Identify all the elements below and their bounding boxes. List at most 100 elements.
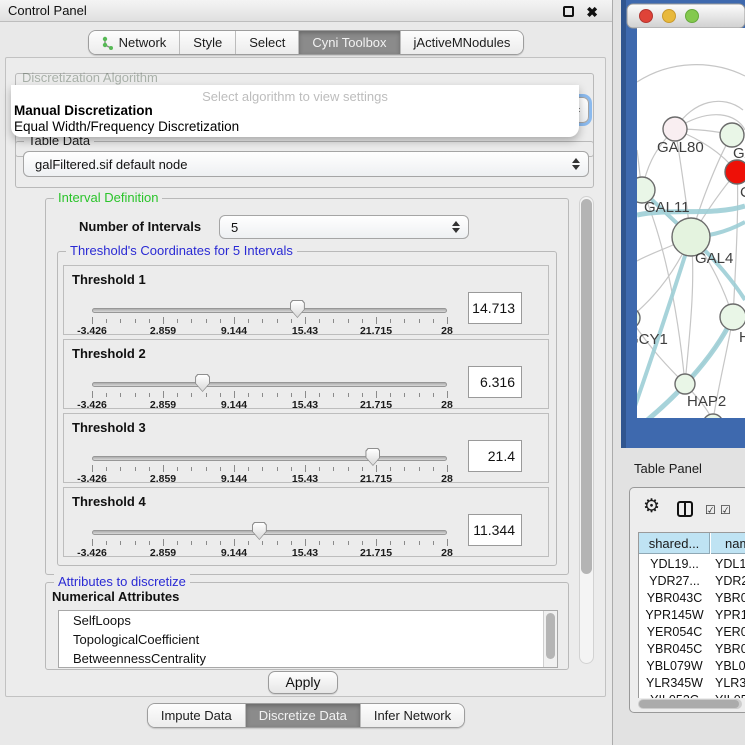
slider-track[interactable] (92, 456, 447, 461)
cell-name: YPR145W (715, 608, 745, 622)
scrollbar-thumb[interactable] (581, 199, 592, 574)
scrollbar-thumb[interactable] (546, 613, 555, 659)
node-partial-right[interactable] (720, 304, 745, 330)
cell-shared-name: YPR145W (639, 608, 710, 622)
float-window-icon[interactable] (563, 6, 574, 17)
slider-thumb[interactable] (365, 448, 380, 466)
settings-scrollbar[interactable] (579, 196, 594, 664)
list-item-selfloops[interactable]: SelfLoops (59, 611, 557, 630)
slider-track[interactable] (92, 308, 447, 313)
scrollbar-thumb[interactable] (639, 700, 739, 708)
cell-name: YDR27... (715, 574, 745, 588)
algorithm-dropdown-popup: Select algorithm to view settings Manual… (11, 85, 579, 137)
threshold-1-value-field[interactable]: 14.713 (468, 292, 522, 324)
threshold-1-slider[interactable]: -3.4262.8599.14415.4321.71528 (92, 306, 447, 336)
window-frame-edge (621, 0, 626, 448)
slider-thumb[interactable] (252, 522, 267, 540)
table-row[interactable]: YBL079WYBL079W (639, 659, 745, 676)
numerical-attributes-label: Numerical Attributes (52, 589, 179, 604)
table-row[interactable]: YLR345WYLR345W (639, 676, 745, 693)
cell-shared-name: YDR27... (639, 574, 710, 588)
column-header-shared-name[interactable]: shared... (639, 533, 710, 554)
tab-label: Network (119, 35, 167, 50)
cell-shared-name: YBR045C (639, 642, 710, 656)
list-item-topologicalcoefficient[interactable]: TopologicalCoefficient (59, 630, 557, 649)
threshold-2-slider[interactable]: -3.4262.8599.14415.4321.71528 (92, 380, 447, 410)
control-panel-window: Control Panel ✖ Network Style Sel (0, 0, 613, 745)
node-label-gal80: GAL80 (657, 139, 704, 156)
slider-thumb[interactable] (195, 374, 210, 392)
cell-name: YBR045C (715, 642, 745, 656)
cell-shared-name: YDL19... (639, 557, 710, 571)
slider-ticks (92, 391, 447, 399)
checkbox-icon[interactable]: ☑ (705, 503, 716, 517)
tab-infer-network[interactable]: Infer Network (360, 704, 464, 727)
list-item-betweennesscentrality[interactable]: BetweennessCentrality (59, 649, 557, 668)
table-row[interactable]: YBR043CYBR043C (639, 591, 745, 608)
tab-discretize-data[interactable]: Discretize Data (245, 704, 360, 727)
screenshot-stage: Control Panel ✖ Network Style Sel (0, 0, 745, 745)
node-partial-top[interactable] (720, 123, 744, 147)
table-data-value: galFiltered.sif default node (35, 157, 187, 172)
threshold-3-value-field[interactable]: 21.4 (468, 440, 522, 472)
tab-jactivemnodules[interactable]: jActiveMNodules (400, 31, 524, 54)
gear-icon[interactable]: ⚙ (643, 495, 660, 518)
bottom-tab-group: Impute Data Discretize Data Infer Networ… (147, 703, 465, 728)
list-scrollbar[interactable] (543, 611, 557, 667)
node-label-hap2: HAP2 (687, 393, 726, 410)
node-gal80[interactable] (663, 117, 687, 141)
control-panel-titlebar: Control Panel ✖ (0, 0, 612, 22)
table-panel-title: Table Panel (634, 461, 702, 476)
table-row[interactable]: YER054CYER054C (639, 625, 745, 642)
network-view-window[interactable]: GAL80 GAL CY GAL11 GAL4 GCY1 HA HAP2 (621, 0, 745, 448)
tab-label: Style (193, 35, 222, 50)
table-row[interactable]: YPR145W YPR145W (639, 608, 745, 625)
cell-shared-name: YIL052C (639, 693, 710, 698)
threshold-2-value-field[interactable]: 6.316 (468, 366, 522, 398)
threshold-2-panel: Threshold 2 -3.4262.8599.14415.4321.7152… (63, 339, 549, 409)
threshold-4-panel: Threshold 4 -3.4262.8599.14415.4321.7152… (63, 487, 549, 557)
close-window-icon[interactable]: ✖ (586, 4, 598, 21)
column-layout-icon[interactable] (677, 501, 693, 517)
slider-track[interactable] (92, 530, 447, 535)
cell-shared-name: YLR345W (639, 676, 710, 690)
table-data-combobox[interactable]: galFiltered.sif default node (23, 151, 589, 177)
tab-cyni-toolbox[interactable]: Cyni Toolbox (298, 31, 399, 54)
column-header-name[interactable]: name (711, 533, 745, 554)
number-of-intervals-value: 5 (231, 220, 238, 235)
table-panel: ⚙ ☑ ☑ shared... name YDL19...YDL19... YD… (629, 487, 745, 713)
threshold-4-slider[interactable]: -3.4262.8599.14415.4321.71528 (92, 528, 447, 558)
window-title: Control Panel (8, 3, 87, 18)
cell-shared-name: YBR043C (639, 591, 710, 605)
number-of-intervals-combobox[interactable]: 5 (219, 215, 469, 239)
checkbox-icon[interactable]: ☑ (720, 503, 731, 517)
minimize-traffic-light[interactable] (663, 10, 676, 23)
tab-impute-data[interactable]: Impute Data (148, 704, 245, 727)
threshold-4-value-field[interactable]: 11.344 (468, 514, 522, 546)
popup-option-equal-width-frequency[interactable]: Equal Width/Frequency Discretization (14, 119, 239, 134)
table-row[interactable]: YDR27... YDR27... (639, 574, 745, 591)
cell-name: YBL079W (715, 659, 745, 673)
slider-track[interactable] (92, 382, 447, 387)
close-traffic-light[interactable] (640, 10, 653, 23)
node-hap2[interactable] (675, 374, 695, 394)
discretization-algorithm-label: Discretization Algorithm (22, 70, 158, 85)
zoom-traffic-light[interactable] (686, 10, 699, 23)
bottom-tabbar: Impute Data Discretize Data Infer Networ… (0, 703, 612, 728)
slider-thumb[interactable] (290, 300, 305, 318)
top-tabbar: Network Style Select Cyni Toolbox jActiv… (0, 30, 612, 55)
apply-button[interactable]: Apply (268, 671, 338, 694)
table-row[interactable]: YDL19...YDL19... (639, 557, 745, 574)
tab-select[interactable]: Select (235, 31, 298, 54)
popup-option-manual-discretization[interactable]: Manual Discretization (14, 103, 153, 118)
tab-style[interactable]: Style (179, 31, 235, 54)
table-row[interactable]: YIL052CYIL052C (639, 693, 745, 698)
table-horizontal-scrollbar[interactable] (638, 699, 742, 709)
node-red-selected[interactable] (725, 160, 745, 184)
tab-network[interactable]: Network (89, 31, 180, 54)
table-row[interactable]: YBR045C YBR045C (639, 642, 745, 659)
node-label-partial-right: HA (739, 329, 745, 346)
combo-arrows-icon (572, 158, 580, 170)
threshold-3-slider[interactable]: -3.4262.8599.14415.4321.71528 (92, 454, 447, 484)
threshold-1-label: Threshold 1 (72, 272, 146, 287)
